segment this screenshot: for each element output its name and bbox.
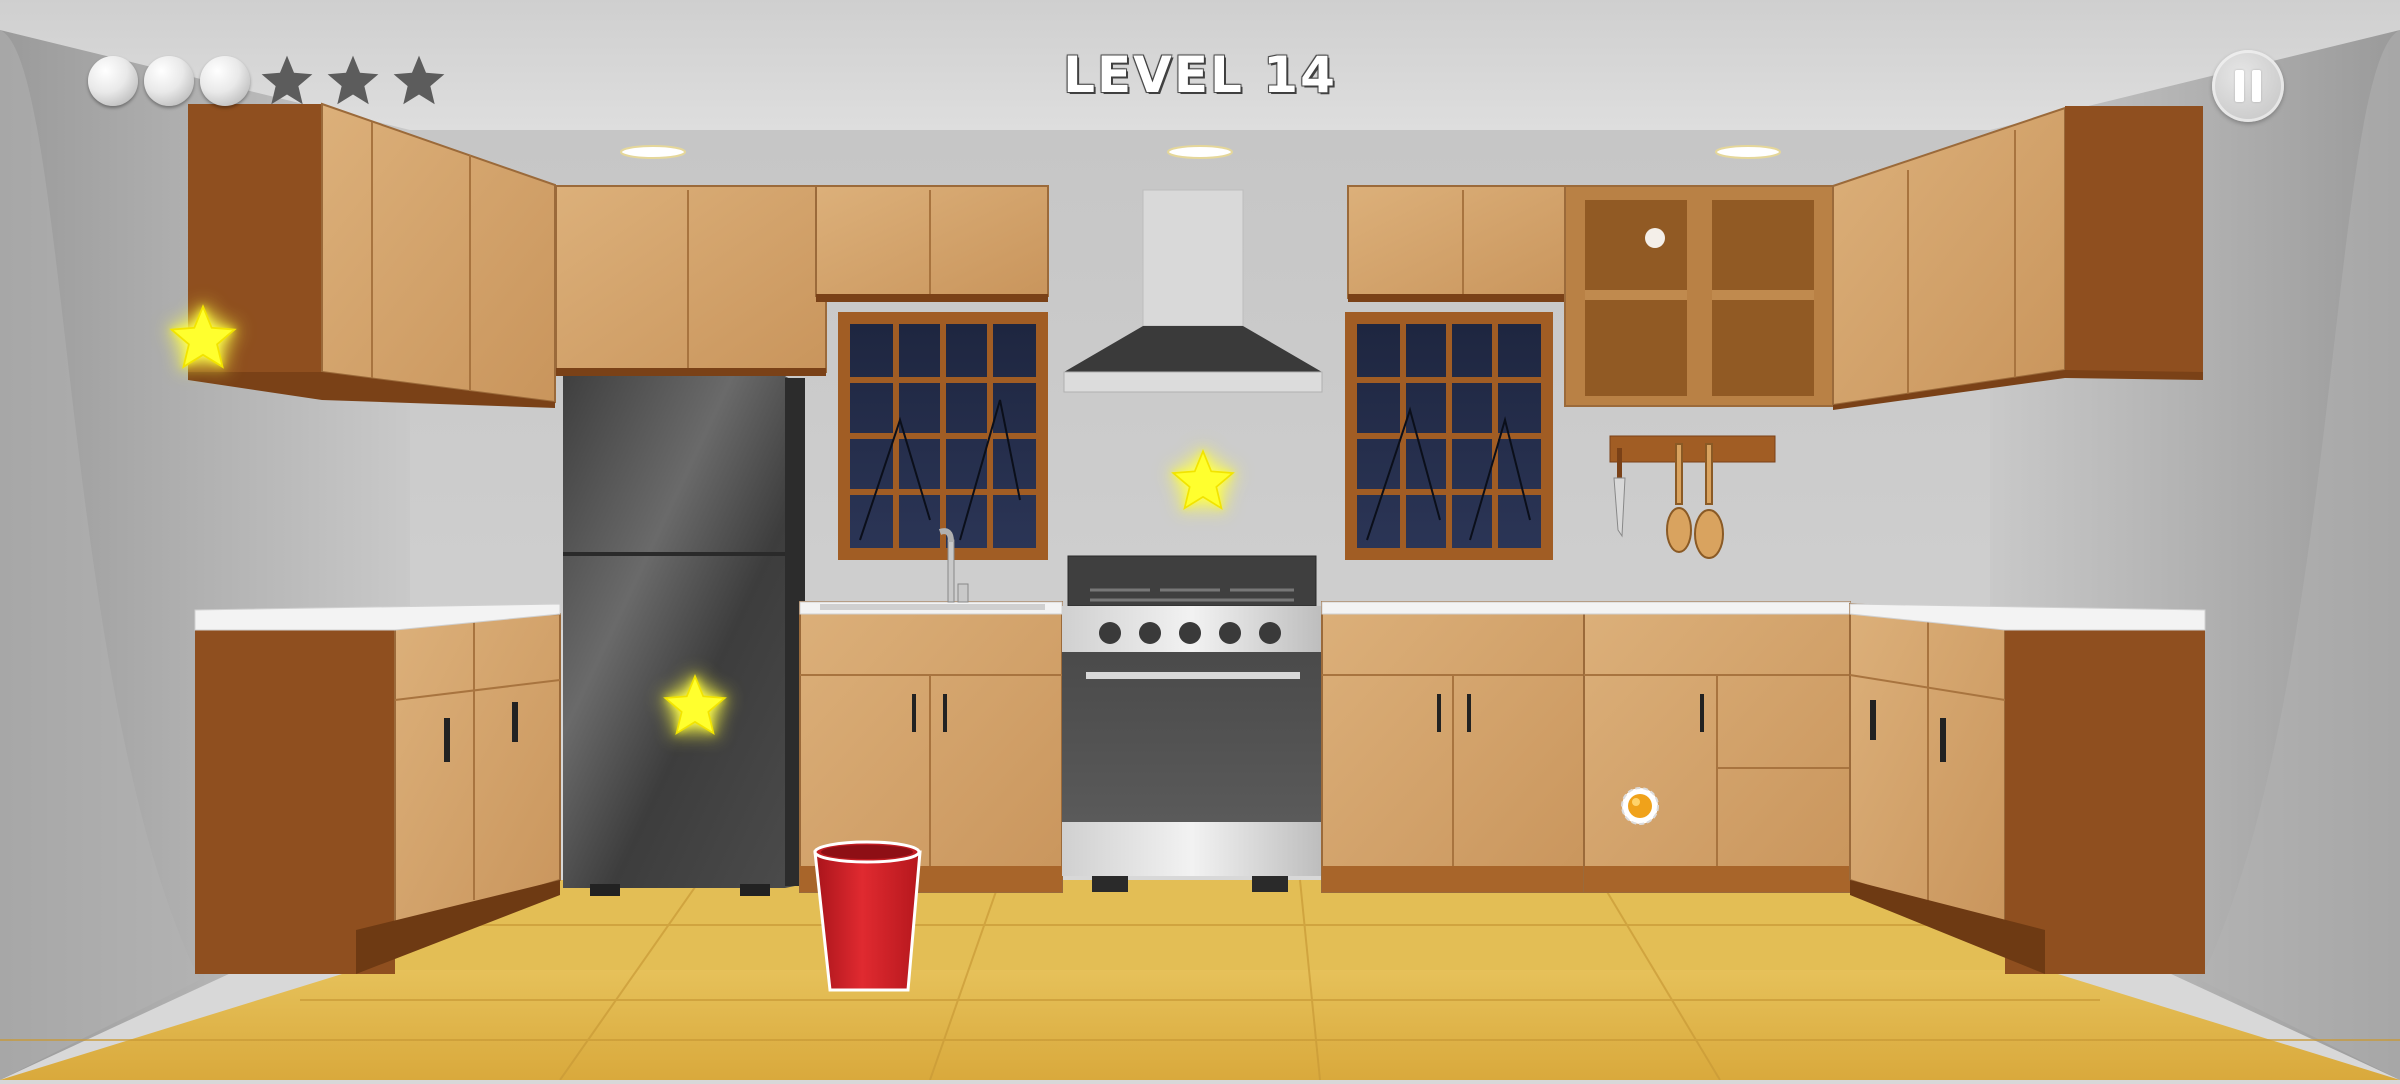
collectible-star-hood <box>1171 449 1235 511</box>
ball-remaining-icon <box>200 56 250 106</box>
pause-button[interactable] <box>2212 50 2284 122</box>
kitchen-scene <box>0 0 2400 1081</box>
ball-remaining-icon <box>88 56 138 106</box>
star-empty-icon <box>393 55 445 105</box>
level-title: LEVEL 14 <box>1063 46 1337 104</box>
ball-remaining-icon <box>144 56 194 106</box>
red-cup-target <box>815 842 920 992</box>
collectible-star-fridge <box>663 674 727 736</box>
star-empty-icon <box>327 55 379 105</box>
balls-and-stars-hud <box>88 52 448 110</box>
star-empty-icon <box>261 55 313 105</box>
ball-spawner[interactable] <box>1620 786 1660 826</box>
collectible-star-left-cabinet <box>169 304 237 369</box>
